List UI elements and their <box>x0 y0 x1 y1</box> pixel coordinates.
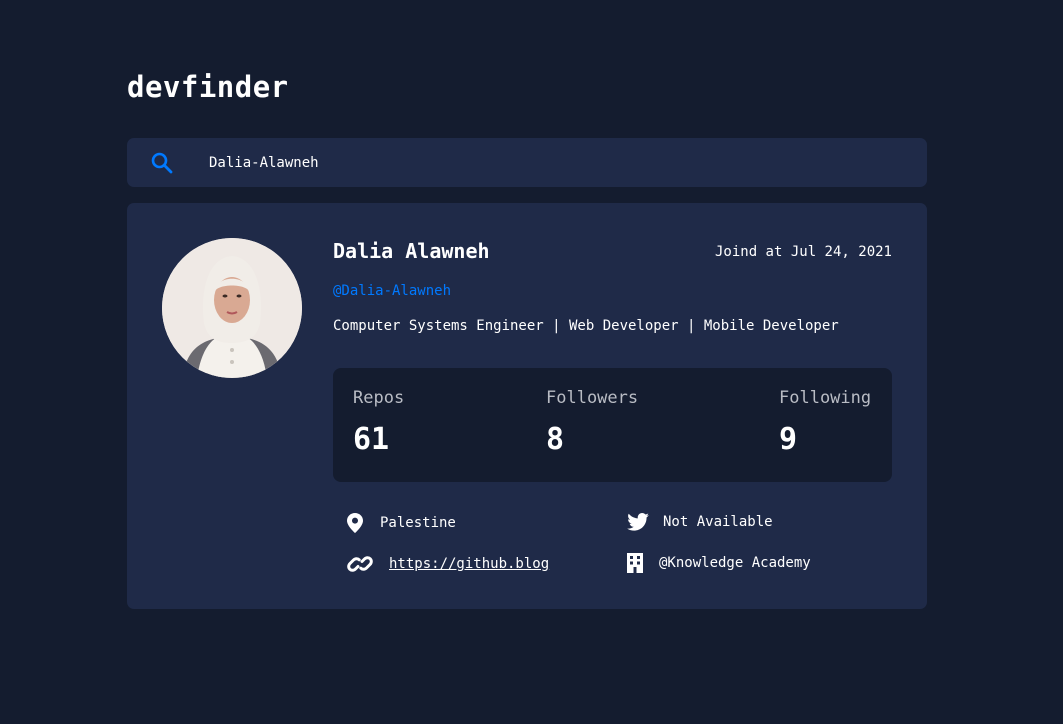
stat-label: Following <box>779 388 872 408</box>
stat-value: 9 <box>779 422 798 457</box>
twitter-icon <box>627 513 649 531</box>
profile-name: Dalia Alawneh <box>333 239 490 263</box>
location-pin-icon <box>347 513 365 533</box>
profile-bio: Computer Systems Engineer | Web Develope… <box>333 318 839 334</box>
avatar <box>162 238 302 378</box>
search-input[interactable] <box>207 150 891 176</box>
profile-card: Dalia Alawneh Joind at Jul 24, 2021 @Dal… <box>127 203 927 609</box>
stat-label: Repos <box>353 388 405 408</box>
stat-value: 61 <box>353 422 390 457</box>
search-icon[interactable] <box>151 152 173 174</box>
search-bar <box>127 138 927 187</box>
info-company: @Knowledge Academy <box>627 553 811 573</box>
joined-date: Joind at Jul 24, 2021 <box>714 244 892 260</box>
stat-label: Followers <box>546 388 639 408</box>
blog-link[interactable]: https://github.blog <box>389 556 549 572</box>
stats-panel: Repos 61 Followers 8 Following 9 <box>333 368 892 482</box>
stat-following: Following 9 <box>779 388 871 457</box>
app-logo: devfinder <box>127 70 289 104</box>
stat-repos: Repos 61 <box>353 388 404 457</box>
company-text: @Knowledge Academy <box>659 555 811 571</box>
building-icon <box>627 553 643 573</box>
stat-value: 8 <box>546 422 565 457</box>
twitter-text: Not Available <box>663 514 773 530</box>
stat-followers: Followers 8 <box>546 388 638 457</box>
profile-login-link[interactable]: @Dalia-Alawneh <box>333 283 451 299</box>
info-twitter: Not Available <box>627 513 773 531</box>
location-text: Palestine <box>380 515 456 531</box>
info-blog: https://github.blog <box>347 553 549 575</box>
info-location: Palestine <box>347 513 456 533</box>
link-icon <box>347 553 373 575</box>
